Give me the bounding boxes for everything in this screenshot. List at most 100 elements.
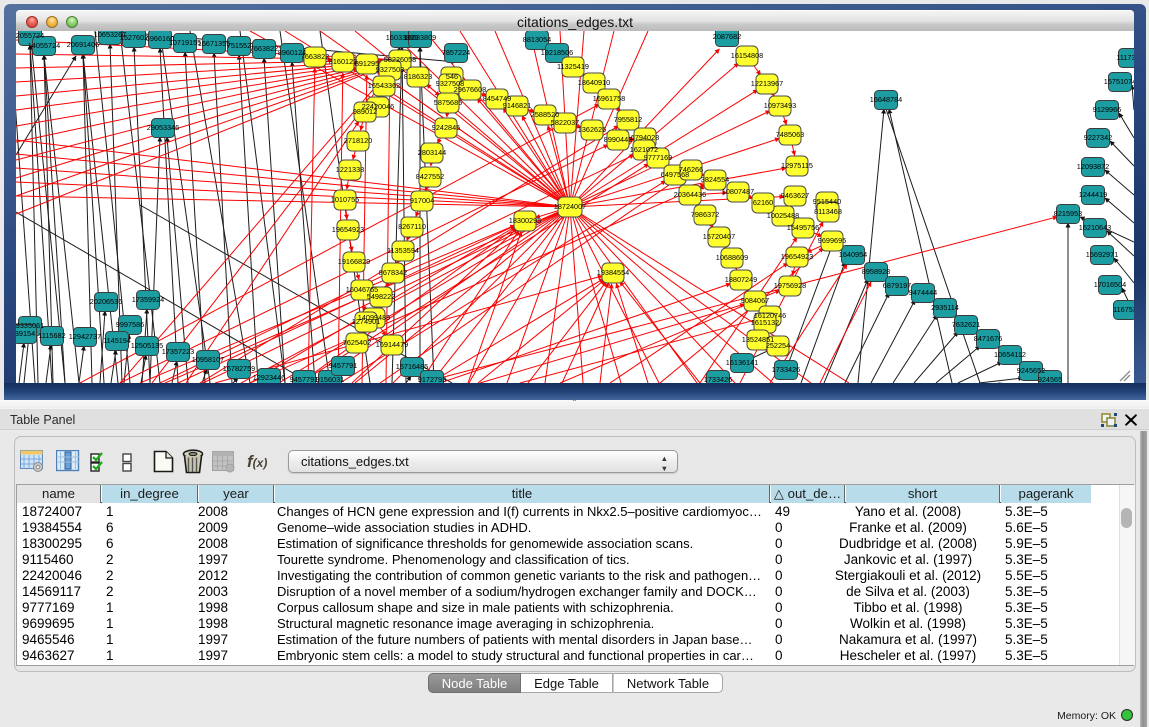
svg-text:1733426: 1733426 bbox=[772, 365, 800, 374]
svg-text:7632621: 7632621 bbox=[952, 320, 980, 329]
svg-text:1221338: 1221338 bbox=[336, 165, 364, 174]
svg-text:1115682: 1115682 bbox=[38, 331, 65, 340]
svg-text:7955812: 7955812 bbox=[614, 115, 642, 124]
svg-text:20206536: 20206536 bbox=[90, 297, 122, 306]
svg-text:5875685: 5875685 bbox=[434, 98, 462, 107]
svg-text:10719155: 10719155 bbox=[169, 38, 201, 47]
svg-text:7625402: 7625402 bbox=[343, 338, 371, 347]
svg-text:10654112: 10654112 bbox=[994, 350, 1026, 359]
svg-text:19384554: 19384554 bbox=[597, 268, 629, 277]
svg-text:3824554: 3824554 bbox=[701, 175, 729, 184]
svg-text:6794028: 6794028 bbox=[631, 133, 659, 142]
svg-text:9227342: 9227342 bbox=[1084, 133, 1112, 142]
svg-text:19654923: 19654923 bbox=[332, 225, 364, 234]
svg-text:1145194: 1145194 bbox=[103, 336, 131, 345]
svg-text:9515440: 9515440 bbox=[813, 197, 841, 206]
svg-text:8215953: 8215953 bbox=[1054, 209, 1082, 218]
svg-text:16136141: 16136141 bbox=[726, 358, 758, 367]
svg-text:8160123: 8160123 bbox=[329, 57, 357, 66]
svg-text:1010755: 1010755 bbox=[331, 195, 359, 204]
svg-text:7663822: 7663822 bbox=[250, 44, 278, 53]
svg-text:8990443: 8990443 bbox=[604, 135, 632, 144]
svg-text:9457791: 9457791 bbox=[329, 361, 357, 370]
svg-text:2087682: 2087682 bbox=[713, 32, 741, 41]
svg-text:14055724: 14055724 bbox=[28, 41, 60, 50]
svg-text:19756928: 19756928 bbox=[774, 281, 806, 290]
svg-text:19654923: 19654923 bbox=[781, 252, 813, 261]
svg-text:11353594: 11353594 bbox=[387, 246, 419, 255]
svg-text:12505135: 12505135 bbox=[131, 341, 163, 350]
svg-text:29676608: 29676608 bbox=[454, 85, 486, 94]
svg-text:8678342: 8678342 bbox=[379, 268, 407, 277]
svg-text:16961758: 16961758 bbox=[593, 94, 625, 103]
svg-text:1274901: 1274901 bbox=[352, 317, 380, 326]
svg-text:8958928: 8958928 bbox=[862, 267, 890, 276]
svg-text:11325419: 11325419 bbox=[557, 62, 589, 71]
svg-text:9327503: 9327503 bbox=[376, 65, 404, 74]
svg-text:746266: 746266 bbox=[679, 165, 703, 174]
svg-text:1362625: 1362625 bbox=[578, 125, 606, 134]
svg-text:10807487: 10807487 bbox=[722, 187, 754, 196]
svg-text:9777169: 9777169 bbox=[644, 153, 672, 162]
svg-text:1527602: 1527602 bbox=[120, 33, 148, 42]
svg-text:751552: 751552 bbox=[227, 41, 251, 50]
svg-text:9997586: 9997586 bbox=[116, 320, 144, 329]
svg-text:116753: 116753 bbox=[1113, 305, 1134, 314]
svg-text:20364436: 20364436 bbox=[674, 190, 706, 199]
svg-text:9463627: 9463627 bbox=[781, 191, 809, 200]
svg-text:18640910: 18640910 bbox=[578, 78, 610, 87]
svg-text:16543362: 16543362 bbox=[368, 81, 400, 90]
svg-text:7485063: 7485063 bbox=[776, 130, 804, 139]
svg-text:9129966: 9129966 bbox=[1093, 105, 1121, 114]
svg-text:9457791: 9457791 bbox=[290, 375, 318, 383]
svg-text:8813054: 8813054 bbox=[523, 35, 551, 44]
svg-text:10688609: 10688609 bbox=[716, 253, 748, 262]
svg-text:1640954: 1640954 bbox=[839, 250, 867, 259]
svg-text:1615132: 1615132 bbox=[751, 318, 779, 327]
svg-text:6879197: 6879197 bbox=[883, 281, 911, 290]
svg-text:15751074: 15751074 bbox=[1104, 77, 1134, 86]
svg-text:2935114: 2935114 bbox=[931, 303, 959, 312]
svg-text:20691406: 20691406 bbox=[67, 40, 99, 49]
svg-text:17359924: 17359924 bbox=[132, 295, 164, 304]
svg-text:16033809: 16033809 bbox=[404, 33, 436, 42]
svg-text:10958107: 10958107 bbox=[192, 355, 224, 364]
svg-text:16914479: 16914479 bbox=[376, 340, 408, 349]
svg-text:9474444: 9474444 bbox=[909, 288, 937, 297]
svg-text:9172793: 9172793 bbox=[418, 375, 446, 383]
svg-text:1733426: 1733426 bbox=[704, 375, 732, 383]
svg-text:2718120: 2718120 bbox=[344, 136, 372, 145]
svg-text:8113468: 8113468 bbox=[814, 207, 842, 216]
svg-text:8427552: 8427552 bbox=[416, 172, 444, 181]
svg-text:16671355: 16671355 bbox=[198, 39, 230, 48]
svg-text:917004: 917004 bbox=[410, 196, 434, 205]
svg-text:9242845: 9242845 bbox=[432, 123, 460, 132]
svg-text:7857224: 7857224 bbox=[442, 48, 470, 57]
svg-text:5822037: 5822037 bbox=[551, 118, 579, 127]
svg-text:9699695: 9699695 bbox=[818, 236, 846, 245]
svg-text:17357223: 17357223 bbox=[162, 347, 194, 356]
svg-text:10973493: 10973493 bbox=[764, 101, 796, 110]
svg-text:29053346: 29053346 bbox=[147, 123, 179, 132]
svg-text:62160: 62160 bbox=[753, 198, 773, 207]
svg-text:8267110: 8267110 bbox=[398, 222, 426, 231]
svg-text:9146821: 9146821 bbox=[503, 101, 531, 110]
svg-text:16154808: 16154808 bbox=[731, 51, 763, 60]
svg-text:12942737: 12942737 bbox=[69, 332, 101, 341]
svg-text:7663822: 7663822 bbox=[301, 52, 329, 61]
svg-text:15692971: 15692971 bbox=[1086, 250, 1118, 259]
svg-text:9245652: 9245652 bbox=[1017, 366, 1045, 375]
svg-text:12093872: 12093872 bbox=[1077, 162, 1109, 171]
svg-text:16210643: 16210643 bbox=[1079, 223, 1111, 232]
svg-text:15716485: 15716485 bbox=[396, 362, 428, 371]
svg-text:19218506: 19218506 bbox=[541, 48, 573, 57]
svg-text:18300295: 18300295 bbox=[509, 216, 541, 225]
svg-text:2803144: 2803144 bbox=[418, 148, 446, 157]
svg-text:2055724: 2055724 bbox=[16, 31, 44, 40]
svg-text:12975115: 12975115 bbox=[781, 161, 813, 170]
svg-text:9156031: 9156031 bbox=[316, 375, 344, 383]
svg-text:10025488: 10025488 bbox=[767, 211, 799, 220]
svg-text:8471676: 8471676 bbox=[974, 334, 1002, 343]
svg-text:39154: 39154 bbox=[16, 329, 35, 338]
svg-text:5498222: 5498222 bbox=[367, 292, 395, 301]
